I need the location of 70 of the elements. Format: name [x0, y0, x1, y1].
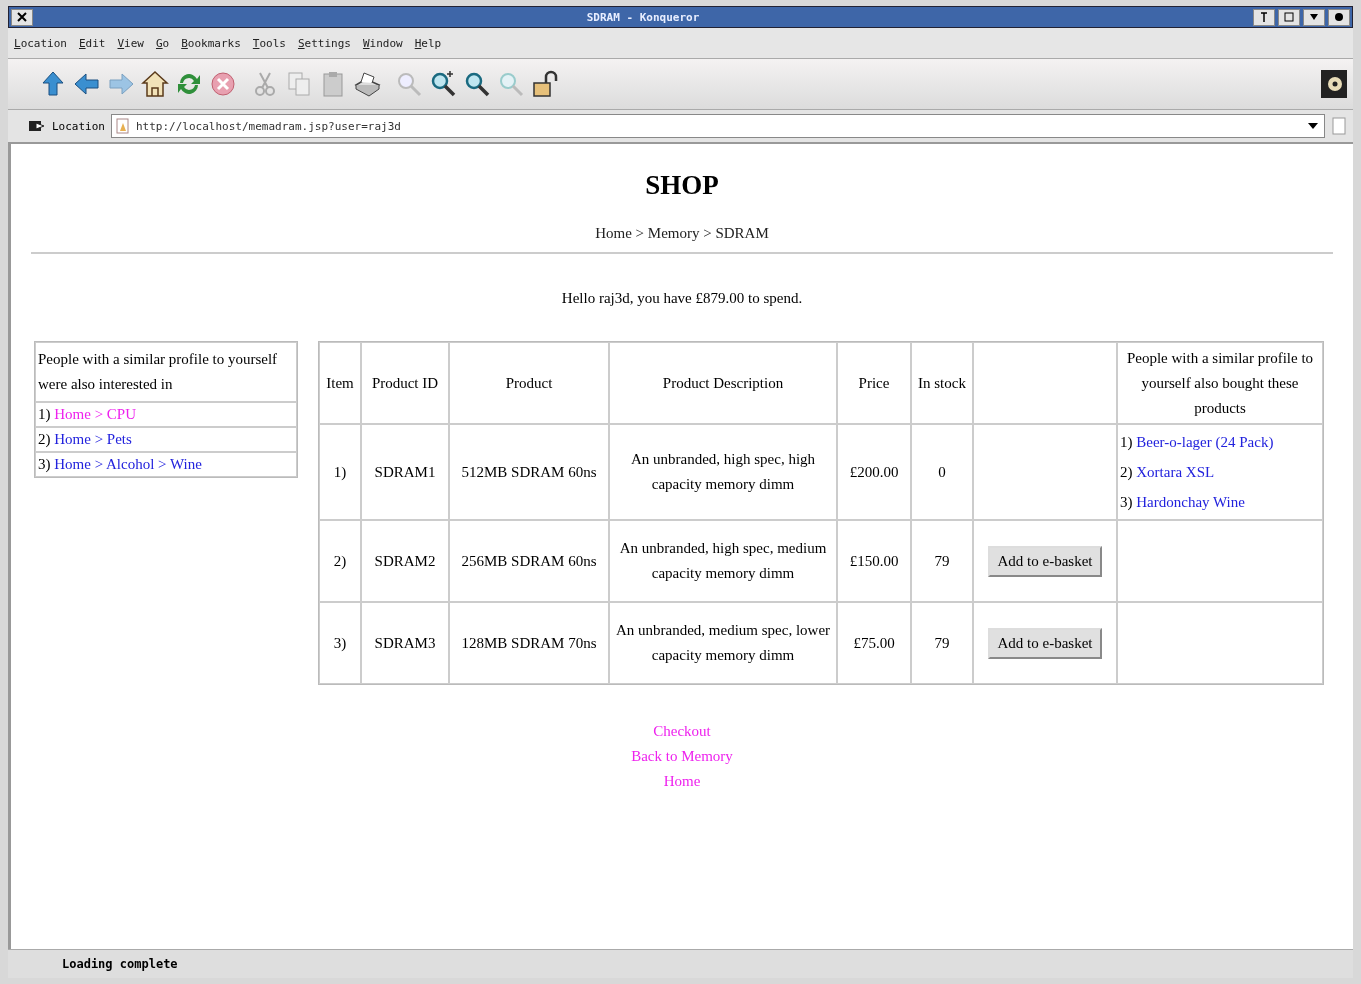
- menu-item[interactable]: Settings: [297, 36, 351, 50]
- menu-item[interactable]: Help: [414, 36, 442, 50]
- stop-icon[interactable]: [208, 69, 238, 99]
- close-icon[interactable]: [11, 8, 33, 26]
- menu-item[interactable]: Window: [362, 36, 403, 50]
- column-header: Item: [326, 374, 354, 391]
- page-title: SHOP: [645, 170, 719, 201]
- menu-item[interactable]: Go: [156, 36, 170, 50]
- column-header: In stock: [918, 374, 966, 391]
- table-cell: SDRAM1: [374, 463, 436, 480]
- table-cell: An unbranded, high spec, medium capacity memory dimm: [619, 540, 827, 581]
- item-number: 3): [38, 456, 51, 472]
- add-to-basket-button[interactable]: Add to e-basket: [987, 627, 1103, 659]
- help-icon[interactable]: [1253, 8, 1275, 26]
- table-cell: An unbranded, high spec, high capacity memory dimm: [630, 451, 816, 492]
- column-header: Product ID: [371, 374, 439, 391]
- printer-icon[interactable]: [352, 69, 382, 99]
- location-icon: [28, 119, 46, 133]
- shade-icon[interactable]: [1328, 8, 1350, 26]
- url-field[interactable]: http://localhost/memadram.jsp?user=raj3d: [111, 114, 1325, 138]
- table-cell: SDRAM3: [374, 634, 436, 651]
- table-cell: £150.00: [849, 552, 899, 569]
- table-cell: 3): [333, 634, 347, 651]
- padlock-icon[interactable]: [530, 69, 560, 99]
- menu-item[interactable]: View: [117, 36, 144, 50]
- product-link[interactable]: Hardonchay Wine: [1136, 494, 1245, 510]
- table-cell: 512MB SDRAM 60ns: [461, 463, 597, 480]
- nav-link[interactable]: Checkout: [653, 719, 711, 744]
- panel-heading: People with a similar profile to yourself were also interested in: [38, 351, 278, 392]
- column-header: Product Description: [662, 374, 784, 391]
- column-header: Product: [505, 374, 553, 391]
- nav-link[interactable]: Home: [663, 769, 701, 794]
- page-icon: [116, 118, 130, 134]
- category-link[interactable]: Home > Alcohol > Wine: [54, 456, 202, 472]
- item-number: 1): [1120, 434, 1133, 450]
- column-header: Price: [858, 374, 890, 391]
- table-cell: 256MB SDRAM 60ns: [461, 552, 597, 569]
- status-text: Loading complete: [62, 957, 178, 971]
- table-cell: SDRAM2: [374, 552, 436, 569]
- minimize-icon[interactable]: [1278, 8, 1300, 26]
- category-link[interactable]: Home > CPU: [54, 406, 137, 422]
- greeting-text: Hello raj3d, you have £879.00 to spend.: [561, 290, 803, 307]
- table-cell: 79: [934, 552, 950, 569]
- item-number: 3): [1120, 494, 1133, 510]
- menu-item[interactable]: Tools: [252, 36, 286, 50]
- product-link[interactable]: Beer-o-lager (24 Pack): [1136, 434, 1274, 450]
- category-link[interactable]: Home > Pets: [54, 431, 132, 447]
- table-cell: An unbranded, medium spec, lower capacity memory dimm: [615, 622, 831, 663]
- product-link[interactable]: Xortara XSL: [1136, 464, 1215, 480]
- maximize-icon[interactable]: [1303, 8, 1325, 26]
- table-cell: £200.00: [849, 463, 899, 480]
- add-to-basket-button[interactable]: Add to e-basket: [987, 545, 1103, 577]
- table-cell: 79: [934, 634, 950, 651]
- table-cell: 2): [333, 552, 347, 569]
- menu-item[interactable]: Bookmarks: [181, 36, 241, 50]
- menu-item[interactable]: Edit: [79, 36, 106, 50]
- location-label: Location: [52, 119, 105, 133]
- item-number: 2): [1120, 464, 1133, 480]
- breadcrumb: Home > Memory > SDRAM: [595, 225, 769, 242]
- table-cell: 1): [333, 463, 347, 480]
- item-number: 1): [38, 406, 51, 422]
- column-header: People with a similar profile to yourself also bought these products: [1126, 349, 1314, 416]
- menu-item[interactable]: Location: [14, 36, 67, 50]
- home-icon[interactable]: [140, 69, 170, 99]
- window-title: SDRAM - Konqueror: [585, 10, 701, 24]
- table-cell: £75.00: [853, 634, 895, 651]
- dropdown-arrow-icon[interactable]: [1308, 122, 1318, 130]
- item-number: 2): [38, 431, 51, 447]
- table-cell: 0: [938, 463, 946, 480]
- table-cell: 128MB SDRAM 70ns: [461, 634, 597, 651]
